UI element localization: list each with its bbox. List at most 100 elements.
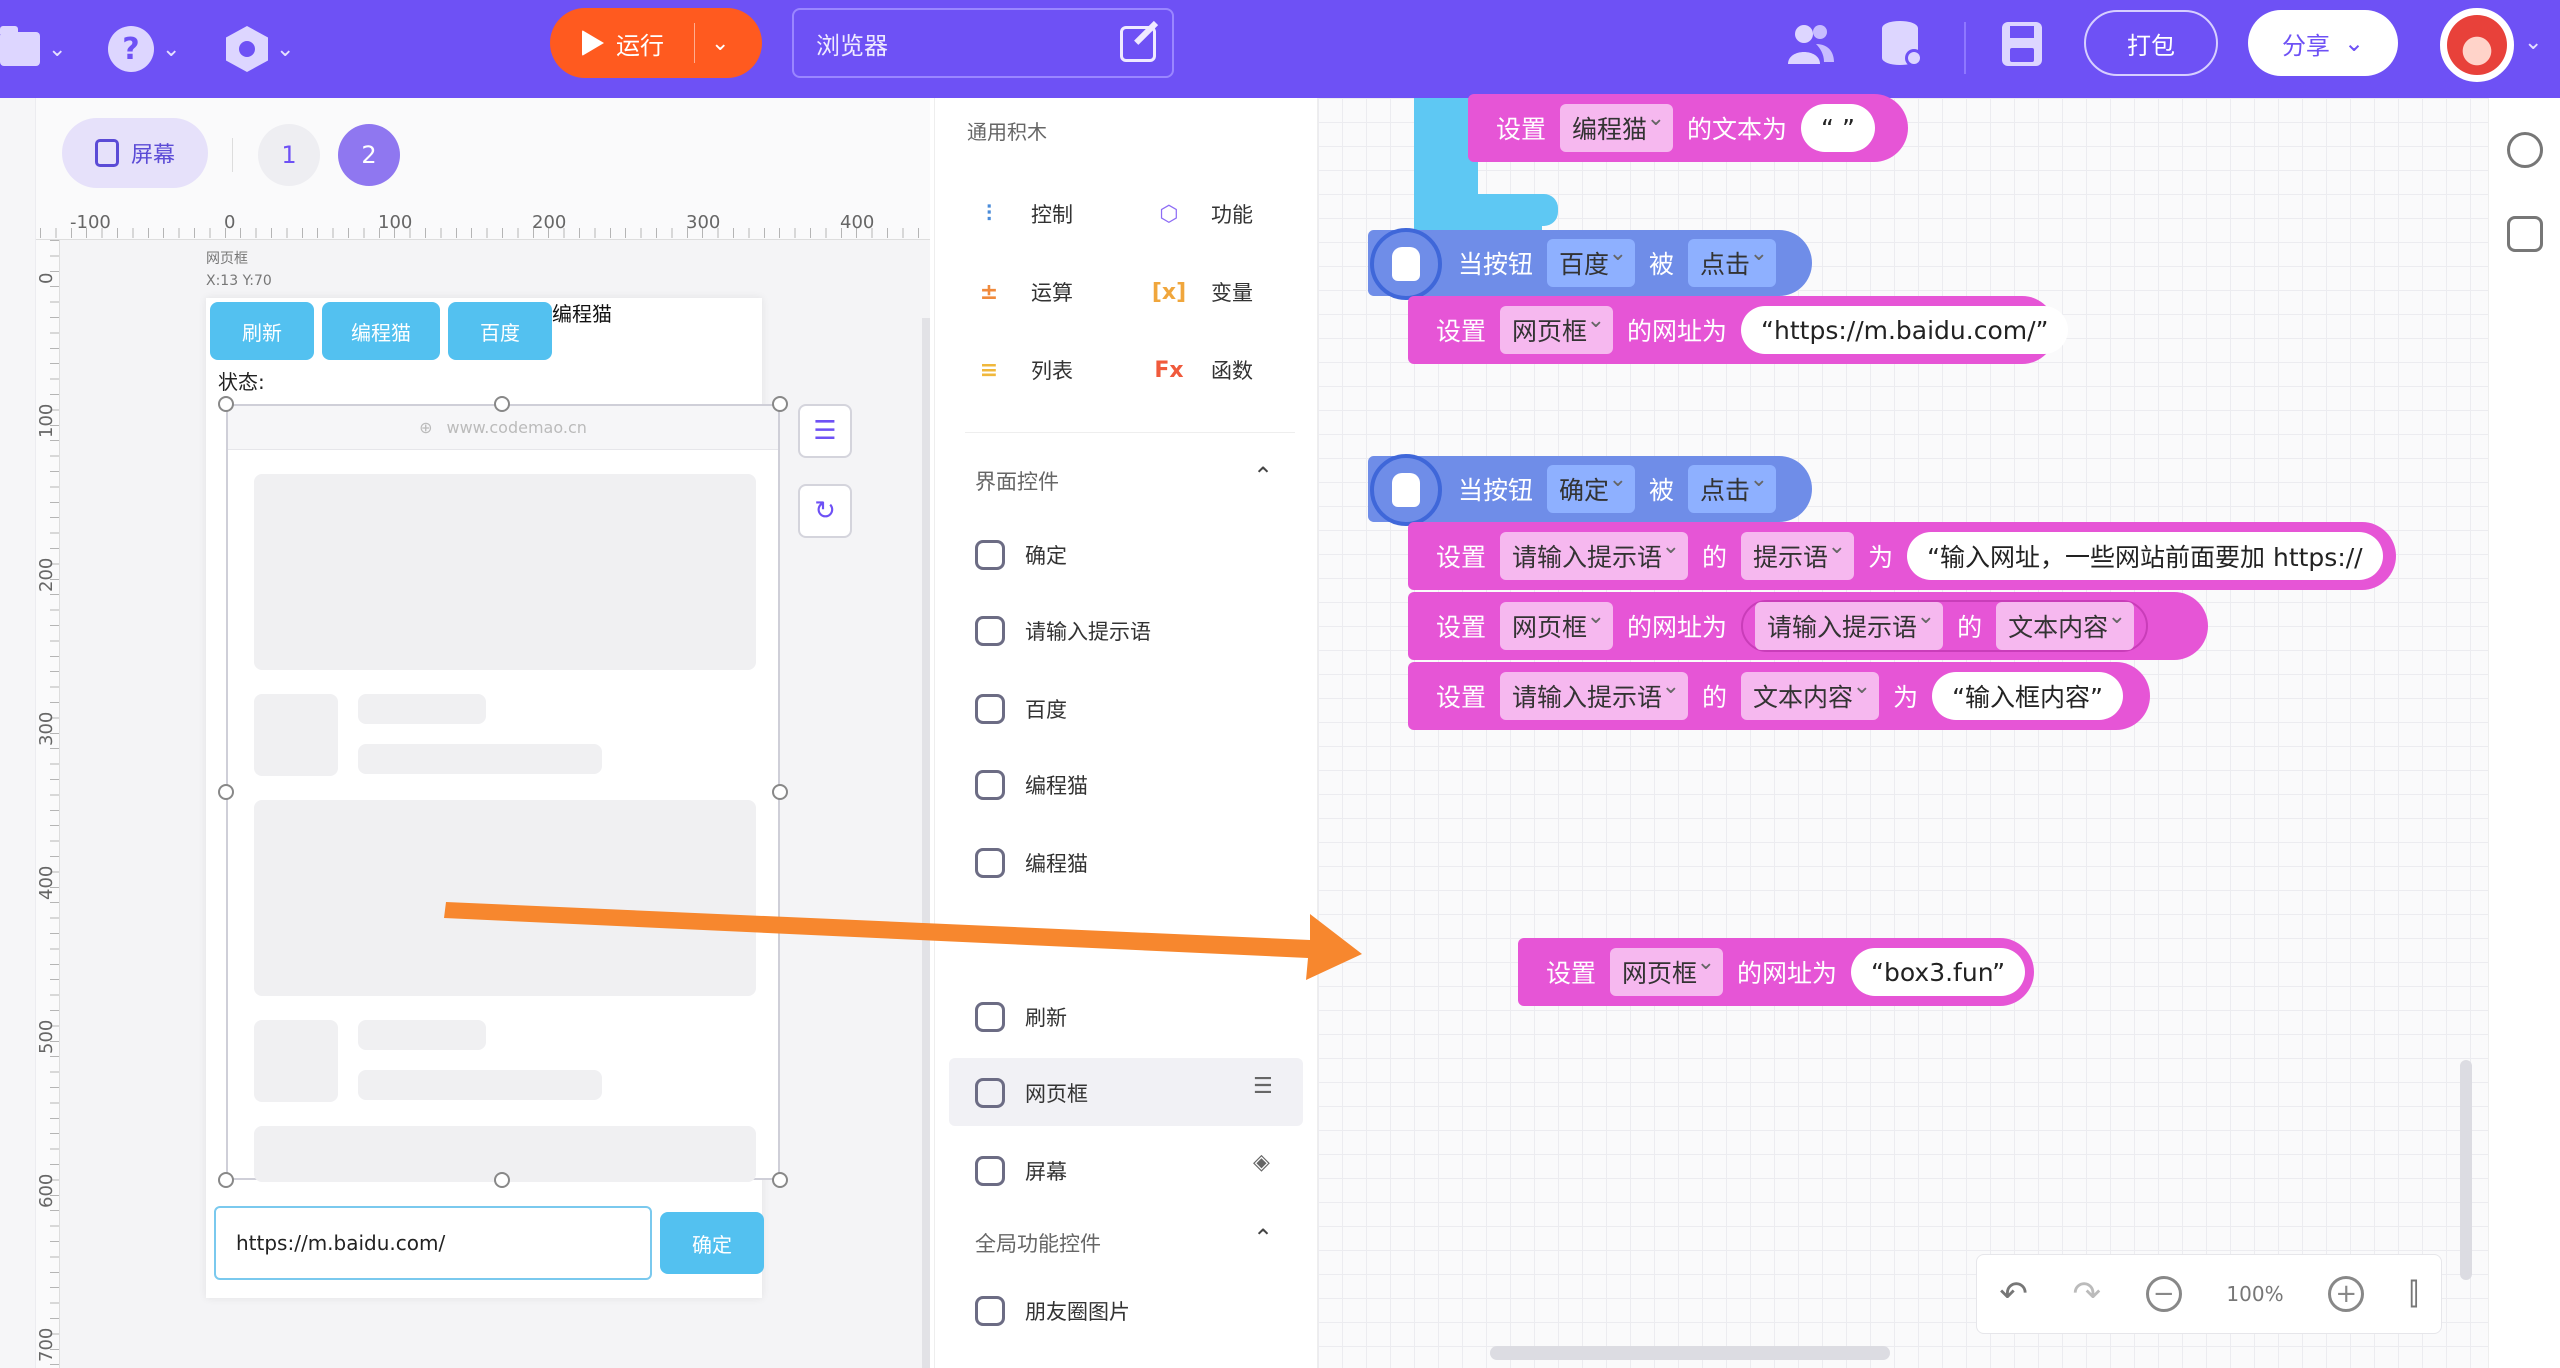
url-value[interactable]: “box3.fun” (1851, 948, 2026, 996)
resize-handle[interactable] (772, 396, 788, 412)
property-dropdown[interactable]: 提示语 (1741, 532, 1855, 580)
component-codemao-button[interactable]: 编程猫 (975, 848, 1088, 878)
code-workspace[interactable]: 设置 编程猫 的文本为 “ ” 当按钮 百度 被 点击 设置 网页框 的网址为 … (1318, 94, 2488, 1368)
component-webview[interactable]: 网页框 (975, 1078, 1088, 1108)
share-label: 分享 (2281, 31, 2330, 60)
screen-button[interactable]: 屏幕 (62, 118, 208, 188)
url-value[interactable]: “https://m.baidu.com/” (1741, 306, 2069, 354)
variable-icon: [x] (1151, 279, 1187, 305)
file-menu[interactable]: ⌄ (0, 0, 66, 98)
target-dropdown[interactable]: 网页框 (1610, 948, 1724, 996)
set-text-block[interactable]: 设置 编程猫 的文本为 “ ” (1468, 94, 1908, 162)
get-text-block[interactable]: 请输入提示语 的 文本内容 (1741, 600, 2149, 652)
category-function[interactable]: ⬡ 功能 (1147, 192, 1253, 236)
when-button-clicked-block[interactable]: 当按钮 确定 被 点击 (1368, 454, 1812, 526)
layers-icon[interactable]: ◈ (1253, 1150, 1270, 1175)
set-url-block[interactable]: 设置 网页框 的网址为 “https://m.baidu.com/” (1408, 296, 2069, 364)
collaborators-icon[interactable] (1786, 22, 1834, 66)
event-dropdown[interactable]: 点击 (1688, 465, 1777, 513)
target-dropdown[interactable]: 网页框 (1500, 306, 1614, 354)
target-dropdown[interactable]: 编程猫 (1560, 104, 1674, 152)
bug-icon[interactable] (2507, 132, 2543, 168)
project-title-field[interactable]: 浏览器 (792, 8, 1174, 78)
text-value[interactable]: “ ” (1801, 104, 1875, 152)
category-control[interactable]: ⫶ 控制 (967, 192, 1073, 236)
share-button[interactable]: 分享 ⌄ (2248, 10, 2398, 76)
component-moments-image[interactable]: 朋友圈图片 (975, 1296, 1130, 1326)
resize-handle[interactable] (494, 1172, 510, 1188)
chevron-down-icon[interactable]: ⌄ (2524, 30, 2542, 55)
user-avatar[interactable] (2440, 8, 2514, 82)
resize-handle[interactable] (218, 1172, 234, 1188)
hint-value[interactable]: “输入网址，一些网站前面要加 https:// (1907, 532, 2383, 580)
webview-widget[interactable]: ⊕ www.codemao.cn (226, 404, 780, 1182)
tune-icon[interactable]: ☰ (1253, 1074, 1273, 1099)
text-value[interactable]: “输入框内容” (1932, 672, 2123, 720)
url-input[interactable]: https://m.baidu.com/ (214, 1206, 652, 1280)
source-dropdown[interactable]: 请输入提示语 (1755, 602, 1944, 650)
resize-handle[interactable] (218, 784, 234, 800)
ruler-label: 300 (686, 212, 721, 233)
redo-icon[interactable]: ↷ (2073, 1274, 2102, 1314)
rotate-icon[interactable]: ↻ (798, 484, 852, 538)
align-blocks-icon[interactable]: ⫿ (2409, 1277, 2419, 1312)
set-hint-block[interactable]: 设置 请输入提示语 的 提示语 为 “输入网址，一些网站前面要加 https:/… (1408, 522, 2396, 590)
component-codemao-text[interactable]: 编程猫 (975, 770, 1088, 800)
database-icon[interactable] (1880, 20, 1924, 68)
palette-divider (965, 432, 1295, 433)
block-keyword: 设置 (1496, 115, 1547, 144)
button-dropdown[interactable]: 百度 (1547, 239, 1636, 287)
resize-handle[interactable] (772, 784, 788, 800)
category-list[interactable]: ≡ 列表 (967, 348, 1073, 392)
confirm-widget-button[interactable]: 确定 (660, 1212, 764, 1274)
category-function-def[interactable]: Fx 函数 (1147, 348, 1253, 392)
zoom-in-icon[interactable]: + (2328, 1276, 2365, 1312)
page-tab-2[interactable]: 2 (338, 124, 400, 186)
refresh-widget-button[interactable]: 刷新 (210, 302, 314, 360)
run-dropdown-chevron-icon[interactable]: ⌄ (711, 31, 729, 56)
category-variable[interactable]: [x] 变量 (1147, 270, 1253, 314)
undo-icon[interactable]: ↶ (1999, 1274, 2028, 1314)
resize-handle[interactable] (218, 396, 234, 412)
component-refresh[interactable]: 刷新 (975, 1002, 1067, 1032)
global-section-title[interactable]: 全局功能控件 (975, 1228, 1101, 1258)
property-dropdown[interactable]: 文本内容 (1996, 602, 2135, 650)
page-tab-1[interactable]: 1 (258, 124, 320, 186)
settings-menu[interactable]: ⌄ (226, 0, 294, 98)
hex-settings-icon (226, 26, 268, 72)
when-button-clicked-block[interactable]: 当按钮 百度 被 点击 (1368, 228, 1812, 300)
help-menu[interactable]: ? ⌄ (108, 0, 180, 98)
ui-section-title[interactable]: 界面控件 (975, 466, 1059, 496)
chevron-up-icon[interactable]: ⌃ (1253, 462, 1273, 490)
resize-handle[interactable] (494, 396, 510, 412)
workspace-vertical-scrollbar[interactable] (2460, 1060, 2472, 1280)
target-dropdown[interactable]: 请输入提示语 (1500, 672, 1689, 720)
category-operator[interactable]: ± 运算 (967, 270, 1073, 314)
baidu-widget-button[interactable]: 百度 (448, 302, 552, 360)
target-dropdown[interactable]: 请输入提示语 (1500, 532, 1689, 580)
event-dropdown[interactable]: 点击 (1688, 239, 1777, 287)
set-text-content-block[interactable]: 设置 请输入提示语 的 文本内容 为 “输入框内容” (1408, 662, 2150, 730)
component-baidu[interactable]: 百度 (975, 694, 1067, 724)
codemao-widget-button[interactable]: 编程猫 (322, 302, 440, 360)
chevron-up-icon[interactable]: ⌃ (1253, 1224, 1273, 1252)
loose-set-url-block[interactable]: 设置 网页框 的网址为 “box3.fun” (1518, 938, 2034, 1006)
component-screen[interactable]: 屏幕 (975, 1156, 1067, 1186)
component-confirm[interactable]: 确定 (975, 540, 1067, 570)
stage-panel: 屏幕 1 2 -100 0 100 200 300 400 0 100 200 … (36, 98, 930, 1368)
resize-handle[interactable] (772, 1172, 788, 1188)
properties-icon[interactable]: ☰ (798, 404, 852, 458)
pack-button[interactable]: 打包 (2084, 10, 2218, 76)
workspace-horizontal-scrollbar[interactable] (1490, 1346, 1890, 1360)
button-dropdown[interactable]: 确定 (1547, 465, 1636, 513)
component-hint-input[interactable]: 请输入提示语 (975, 616, 1151, 646)
stage-scrollbar[interactable] (922, 318, 930, 1368)
target-dropdown[interactable]: 网页框 (1500, 602, 1614, 650)
save-icon[interactable] (2000, 20, 2044, 68)
set-url-block[interactable]: 设置 网页框 的网址为 请输入提示语 的 文本内容 (1408, 592, 2208, 660)
run-button[interactable]: 运行 ⌄ (550, 8, 762, 78)
property-dropdown[interactable]: 文本内容 (1741, 672, 1880, 720)
package-icon[interactable] (2507, 216, 2543, 252)
zoom-out-icon[interactable]: − (2145, 1276, 2182, 1312)
edit-icon[interactable] (1120, 26, 1156, 62)
